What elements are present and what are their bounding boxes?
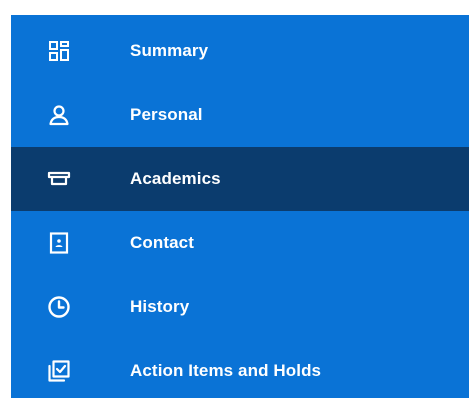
nav-item-label: Academics [130,169,221,188]
nav-item-label: Summary [130,41,209,60]
nav-item-personal[interactable]: Personal [11,83,469,147]
nav-item-action-items[interactable]: Action Items and Holds [11,339,469,398]
nav-item-label: Personal [130,105,203,124]
nav-item-label: Contact [130,233,194,252]
contact-book-icon [47,231,71,255]
nav-item-label: Action Items and Holds [130,361,322,380]
graduation-cap-icon [47,167,71,191]
nav-item-summary[interactable]: Summary [11,19,469,83]
nav-item-label: History [130,297,190,316]
nav-item-history[interactable]: History [11,275,469,339]
grid-icon [47,39,71,63]
nav-item-academics[interactable]: Academics [11,147,469,211]
nav-item-contact[interactable]: Contact [11,211,469,275]
checklist-icon [47,359,71,383]
person-icon [47,103,71,127]
side-navigation: Summary Personal Academics Contact Histo… [11,15,469,398]
clock-icon [47,295,71,319]
